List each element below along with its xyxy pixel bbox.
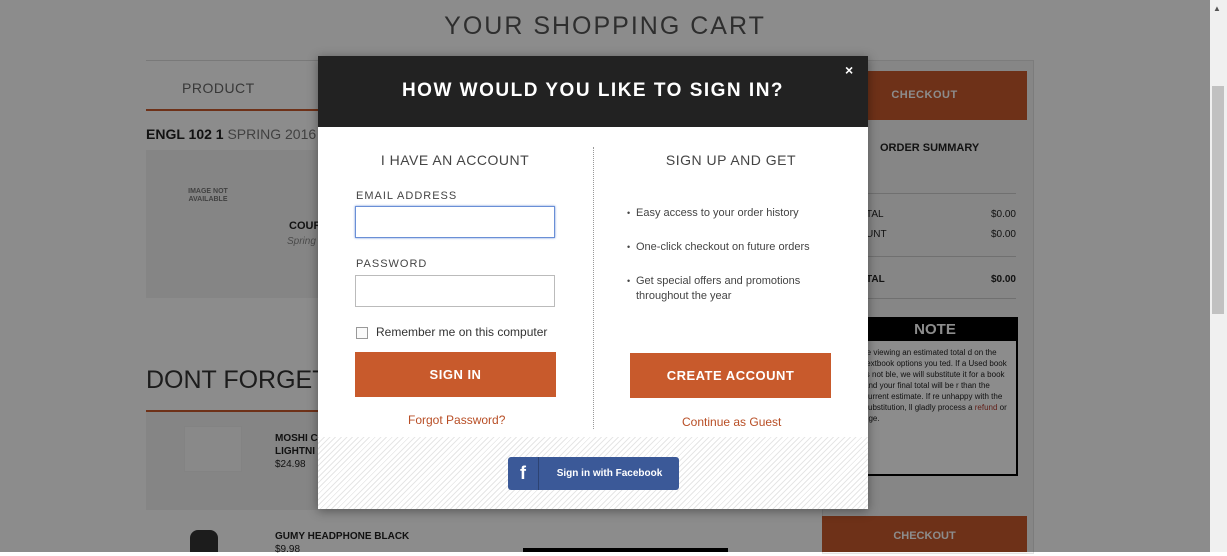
account-section-title: I HAVE AN ACCOUNT <box>380 152 530 168</box>
column-divider <box>593 147 594 429</box>
close-icon[interactable]: × <box>845 62 853 78</box>
scroll-up-arrow-icon[interactable]: ▲ <box>1213 4 1221 13</box>
remember-me-label[interactable]: Remember me on this computer <box>376 325 547 339</box>
forgot-password-link[interactable]: Forgot Password? <box>408 413 505 427</box>
email-label: EMAIL ADDRESS <box>356 190 458 202</box>
benefits-list: Easy access to your order history One-cl… <box>627 206 837 323</box>
benefit-item: Easy access to your order history <box>627 206 837 221</box>
sign-in-modal: HOW WOULD YOU LIKE TO SIGN IN? × I HAVE … <box>318 56 868 509</box>
password-label: PASSWORD <box>356 258 428 270</box>
email-field[interactable] <box>355 206 555 238</box>
facebook-sign-in-button[interactable]: f Sign in with Facebook <box>508 457 679 490</box>
facebook-icon: f <box>508 457 539 490</box>
signup-section-title: SIGN UP AND GET <box>665 152 797 168</box>
create-account-button[interactable]: CREATE ACCOUNT <box>630 353 831 398</box>
continue-as-guest-link[interactable]: Continue as Guest <box>682 415 781 429</box>
facebook-button-label: Sign in with Facebook <box>556 468 663 479</box>
sign-in-button[interactable]: SIGN IN <box>355 352 556 397</box>
modal-header: HOW WOULD YOU LIKE TO SIGN IN? × <box>318 56 868 127</box>
benefit-item: One-click checkout on future orders <box>627 240 837 255</box>
modal-title: HOW WOULD YOU LIKE TO SIGN IN? <box>401 80 785 101</box>
remember-me-checkbox[interactable] <box>356 327 368 339</box>
scrollbar-thumb[interactable] <box>1212 86 1224 314</box>
password-field[interactable] <box>355 275 555 307</box>
benefit-item: Get special offers and promotions throug… <box>627 274 837 304</box>
